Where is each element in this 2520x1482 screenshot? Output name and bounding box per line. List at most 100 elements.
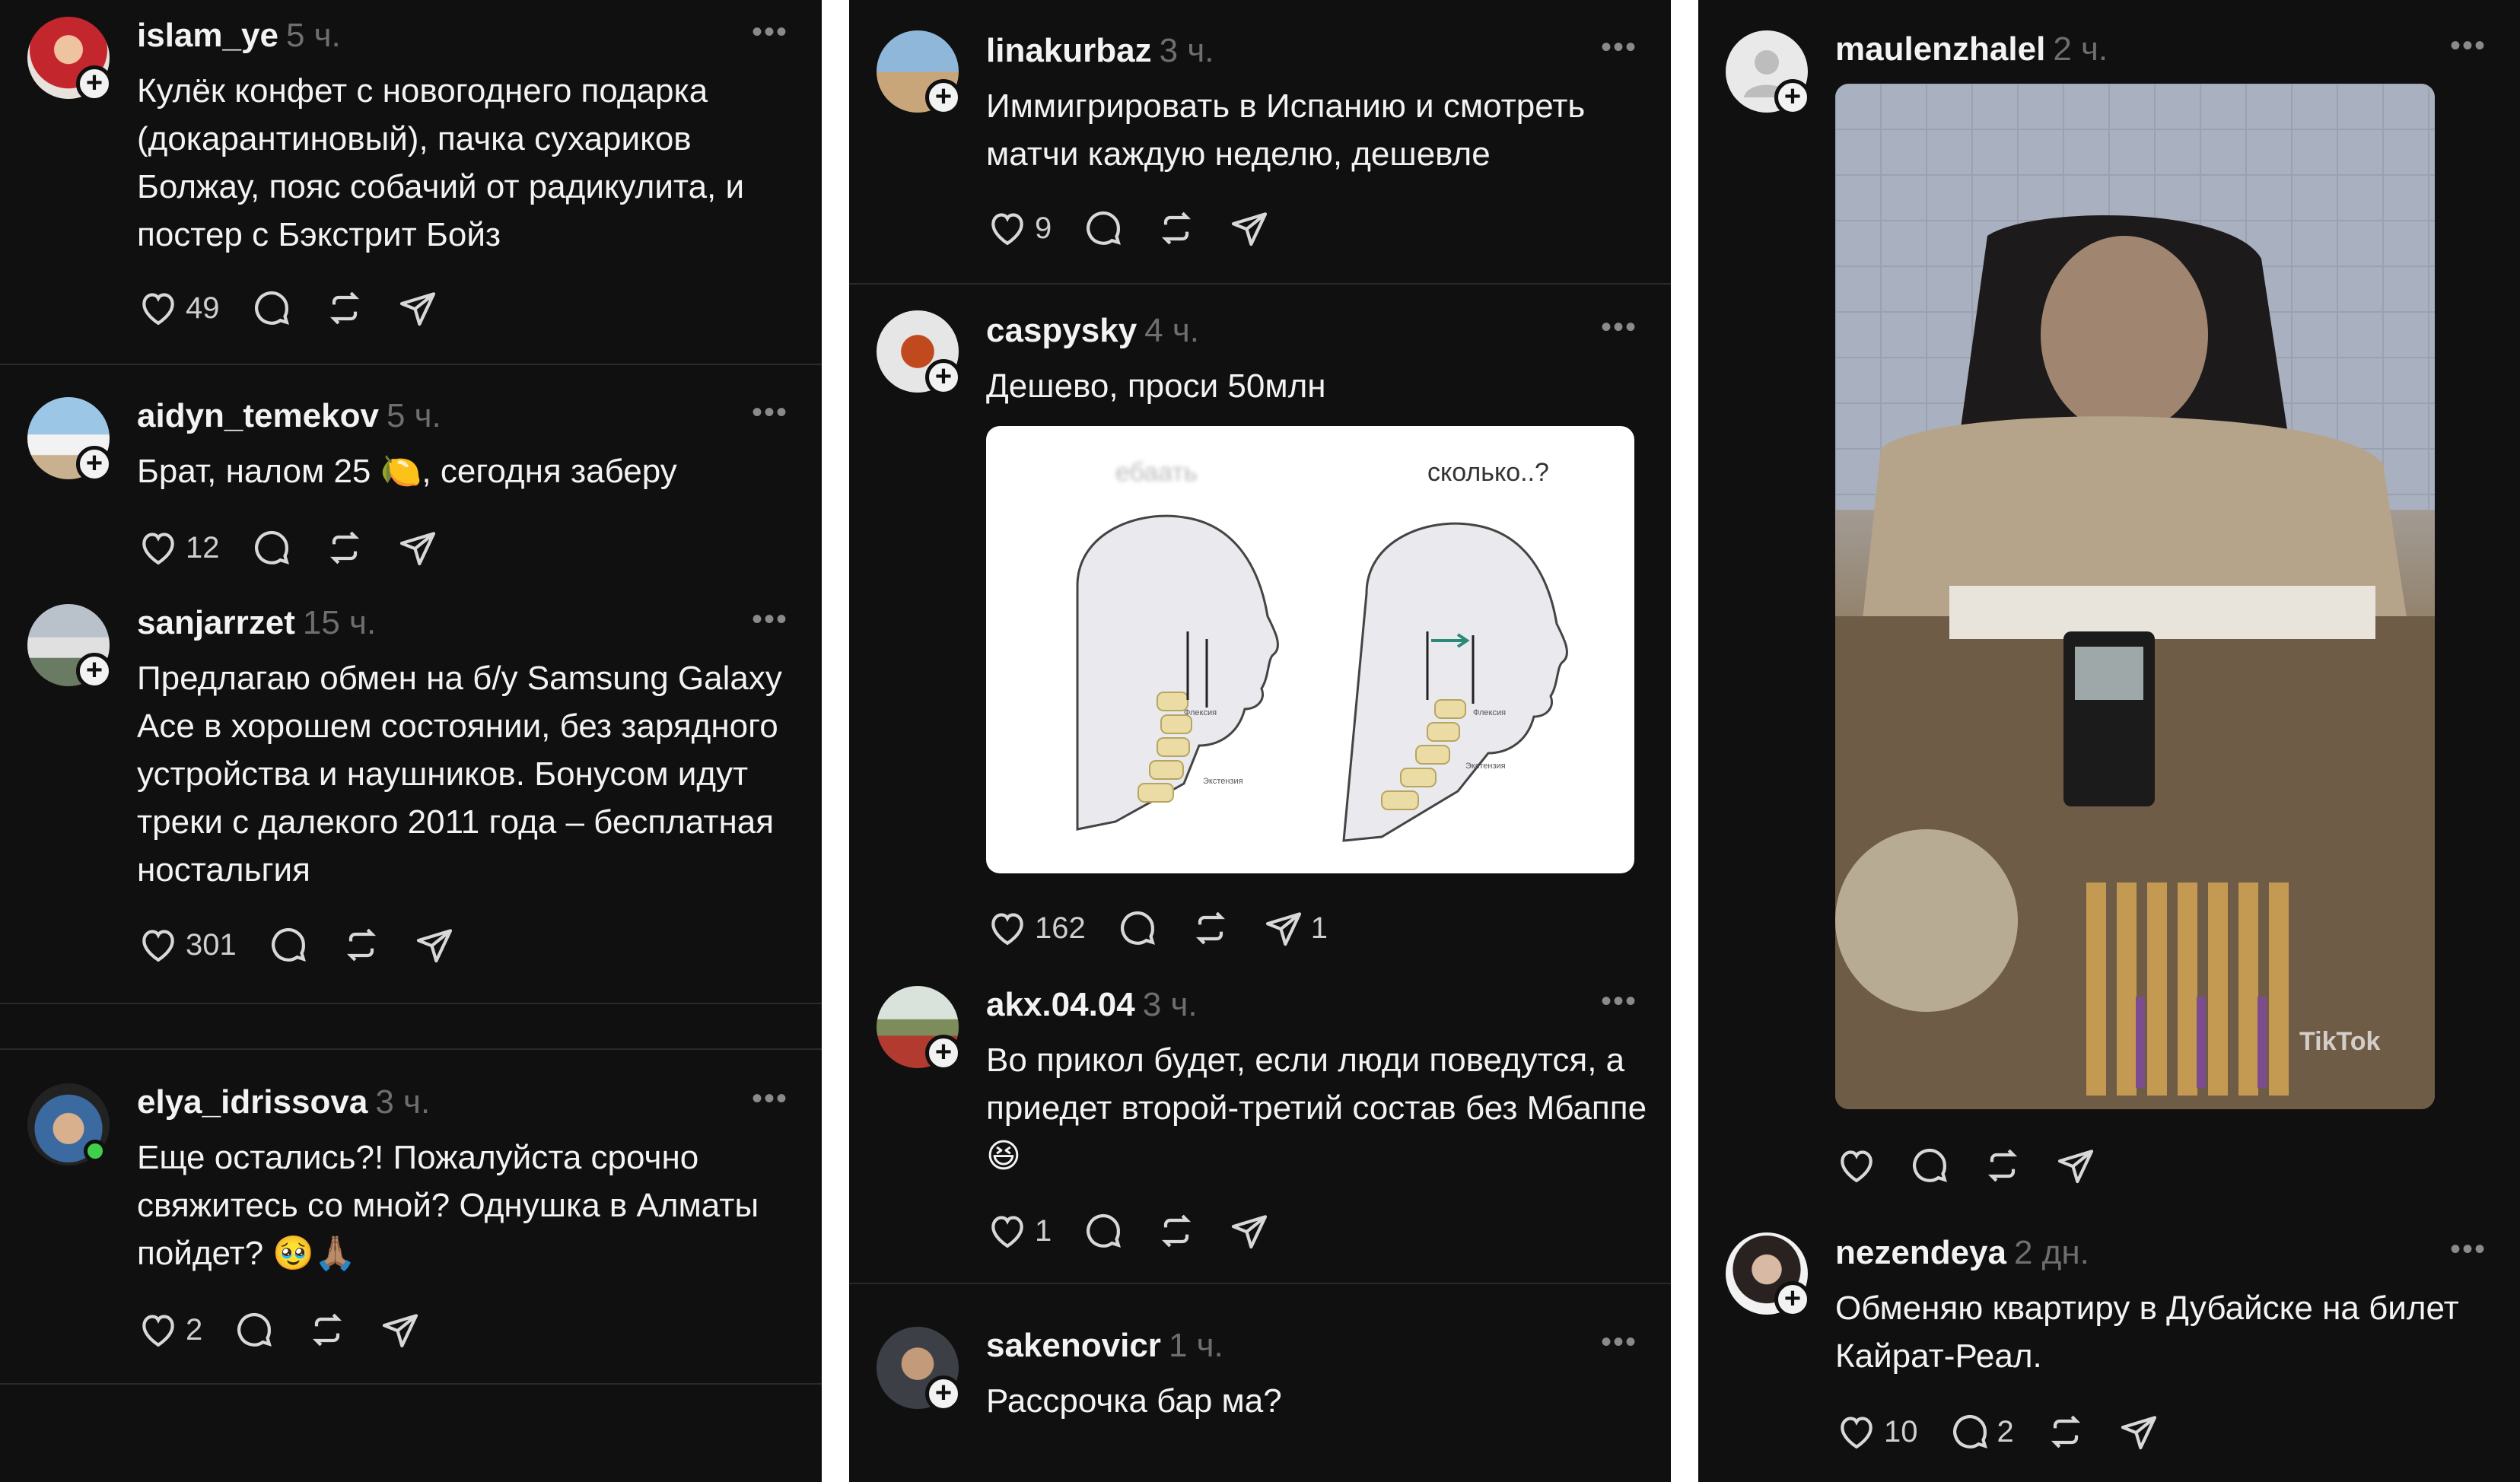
avatar[interactable]: + (877, 310, 962, 396)
repost-button[interactable] (1155, 207, 1198, 250)
comment-button[interactable] (250, 526, 293, 569)
avatar[interactable]: + (1726, 30, 1811, 116)
avatar[interactable] (27, 1083, 110, 1166)
avatar[interactable]: + (27, 604, 113, 689)
repost-button[interactable] (1981, 1144, 2024, 1187)
follow-plus-icon[interactable]: + (925, 1035, 962, 1071)
share-button[interactable] (2054, 1144, 2097, 1187)
more-icon[interactable]: ••• (752, 15, 788, 49)
more-icon[interactable]: ••• (1601, 1325, 1637, 1360)
repost-button[interactable] (323, 287, 366, 329)
avatar[interactable]: + (877, 1327, 962, 1412)
video-thumbnail[interactable]: TikTok (1835, 84, 2435, 1109)
follow-plus-icon[interactable]: + (76, 446, 113, 482)
post-sakenovicr[interactable]: + sakenovicr 1 ч. ••• Рассрочка бар ма? (849, 1309, 1671, 1482)
avatar[interactable]: + (27, 17, 113, 102)
timestamp: 15 ч. (302, 604, 377, 641)
repost-button[interactable] (2044, 1410, 2087, 1453)
comment-icon (271, 928, 306, 962)
more-icon[interactable]: ••• (1601, 310, 1637, 345)
post-sanjarrzet[interactable]: + sanjarrzet 15 ч. ••• Предлагаю обмен на… (0, 587, 822, 998)
username[interactable]: elya_idrissova 3 ч. (137, 1083, 430, 1121)
post-maulenzhalel[interactable]: + maulenzhalel 2 ч. ••• TikTok (1698, 0, 2520, 1217)
share-button[interactable]: 1 (1262, 907, 1328, 949)
post-text: Рассрочка бар ма? (986, 1382, 1282, 1420)
share-button[interactable] (413, 924, 456, 966)
like-button[interactable]: 301 (137, 924, 237, 966)
comment-button[interactable] (1082, 1210, 1125, 1252)
like-button[interactable]: 2 (137, 1309, 202, 1351)
share-button[interactable] (396, 287, 439, 329)
avatar[interactable]: + (27, 397, 113, 482)
post-islam-ye[interactable]: + islam_ye 5 ч. ••• Кулёк конфет с нового… (0, 0, 822, 358)
username[interactable]: nezendeya 2 дн. (1835, 1234, 2089, 1272)
follow-plus-icon[interactable]: + (925, 1375, 962, 1412)
follow-plus-icon[interactable]: + (925, 359, 962, 396)
follow-plus-icon[interactable]: + (76, 653, 113, 689)
username[interactable]: linakurbaz 3 ч. (986, 32, 1214, 70)
comment-button[interactable] (1908, 1144, 1951, 1187)
share-button[interactable] (1228, 207, 1271, 250)
follow-plus-icon[interactable]: + (1774, 79, 1811, 116)
comment-button[interactable] (267, 924, 310, 966)
comment-button[interactable] (250, 287, 293, 329)
username[interactable]: caspysky 4 ч. (986, 312, 1199, 350)
posture-meme-image[interactable]: ебаать сколько..? Флексия Экстензия Флек… (986, 426, 1634, 873)
comment-button[interactable]: 2 (1949, 1410, 2014, 1453)
more-icon[interactable]: ••• (1601, 30, 1637, 65)
action-bar: 12 (137, 525, 469, 571)
comment-icon (237, 1313, 272, 1347)
action-bar: 9 (986, 205, 1301, 251)
post-linakurbaz[interactable]: + linakurbaz 3 ч. ••• Иммигрировать в Исп… (849, 0, 1671, 274)
follow-plus-icon[interactable]: + (1774, 1281, 1811, 1318)
share-button[interactable] (396, 526, 439, 569)
comment-button[interactable] (1082, 207, 1125, 250)
post-elya-idrissova[interactable]: elya_idrissova 3 ч. ••• Еще остались?! По… (0, 1067, 822, 1386)
blurred-label: ебаать (1115, 458, 1198, 487)
like-button[interactable]: 12 (137, 526, 220, 569)
post-nezendeya[interactable]: + nezendeya 2 дн. ••• Обменяю квартиру в … (1698, 1220, 2520, 1482)
username[interactable]: akx.04.04 3 ч. (986, 986, 1198, 1024)
more-icon[interactable]: ••• (2450, 1232, 2487, 1267)
like-button[interactable]: 10 (1835, 1410, 1918, 1453)
avatar[interactable]: + (877, 30, 962, 116)
comment-button[interactable] (1116, 907, 1159, 949)
username[interactable]: sakenovicr 1 ч. (986, 1327, 1223, 1365)
follow-plus-icon[interactable]: + (76, 65, 113, 102)
username[interactable]: islam_ye 5 ч. (137, 17, 341, 55)
comment-icon (1087, 1214, 1122, 1248)
repost-button[interactable] (323, 526, 366, 569)
like-count: 49 (186, 291, 220, 325)
like-button[interactable] (1835, 1144, 1878, 1187)
like-button[interactable]: 1 (986, 1210, 1052, 1252)
repost-button[interactable] (1189, 907, 1232, 949)
post-caspysky[interactable]: + caspysky 4 ч. ••• Дешево, проси 50млн е… (849, 297, 1671, 966)
more-icon[interactable]: ••• (752, 396, 788, 430)
post-aidyn-temekov[interactable]: + aidyn_temekov 5 ч. ••• Брат, налом 25 🍋… (0, 380, 822, 578)
share-button[interactable] (1228, 1210, 1271, 1252)
comment-button[interactable] (233, 1309, 275, 1351)
repost-button[interactable] (306, 1309, 348, 1351)
follow-plus-icon[interactable]: + (925, 79, 962, 116)
like-button[interactable]: 9 (986, 207, 1052, 250)
send-icon (2057, 1150, 2094, 1184)
share-button[interactable] (379, 1309, 422, 1351)
avatar[interactable]: + (877, 986, 962, 1071)
more-icon[interactable]: ••• (2450, 29, 2487, 63)
like-count: 12 (186, 530, 220, 564)
username[interactable]: maulenzhalel 2 ч. (1835, 30, 2108, 68)
like-button[interactable]: 49 (137, 287, 220, 329)
more-icon[interactable]: ••• (752, 1082, 788, 1116)
post-akx-04-04[interactable]: + akx.04.04 3 ч. ••• Во прикол будет, есл… (849, 972, 1671, 1277)
username[interactable]: aidyn_temekov 5 ч. (137, 397, 441, 435)
repost-button[interactable] (1155, 1210, 1198, 1252)
image-caption: Экстензия (1465, 762, 1506, 771)
send-icon (399, 532, 435, 566)
avatar[interactable]: + (1726, 1232, 1811, 1318)
like-button[interactable]: 162 (986, 907, 1086, 949)
username[interactable]: sanjarrzet 15 ч. (137, 604, 376, 642)
repost-button[interactable] (340, 924, 383, 966)
more-icon[interactable]: ••• (752, 603, 788, 637)
share-button[interactable] (2118, 1410, 2160, 1453)
more-icon[interactable]: ••• (1601, 984, 1637, 1019)
